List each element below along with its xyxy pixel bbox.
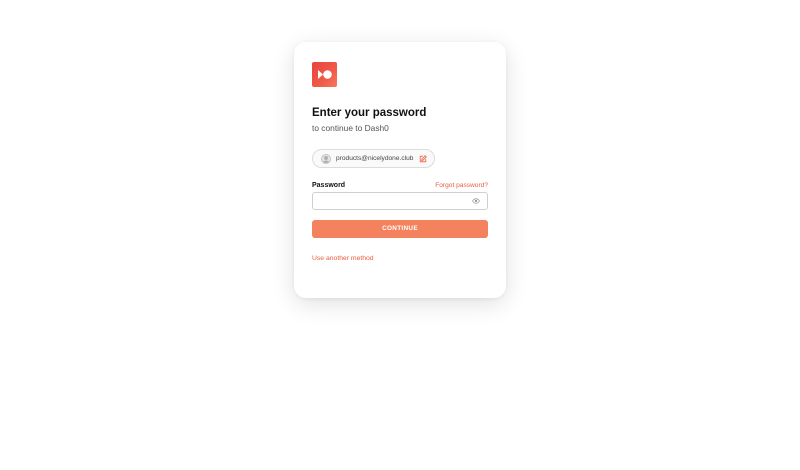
- password-input[interactable]: [317, 194, 467, 207]
- user-avatar-icon: [321, 153, 331, 164]
- forgot-password-link[interactable]: Forgot password?: [435, 182, 488, 189]
- sign-in-card: Enter your password to continue to Dash0…: [294, 42, 506, 298]
- password-label-row: Password Forgot password?: [312, 182, 488, 189]
- page-subtitle: to continue to Dash0: [312, 123, 389, 133]
- sign-in-content: Enter your password to continue to Dash0…: [312, 62, 488, 265]
- dash0-logo-icon: [312, 62, 337, 87]
- password-field[interactable]: [312, 191, 488, 210]
- continue-button[interactable]: CONTINUE: [312, 219, 488, 238]
- identity-email: products@nicelydone.club: [336, 155, 414, 162]
- use-another-method-link[interactable]: Use another method: [312, 255, 374, 262]
- password-label: Password: [312, 181, 346, 189]
- page-title: Enter your password: [312, 107, 427, 119]
- eye-icon[interactable]: [472, 197, 480, 204]
- pencil-edit-icon[interactable]: [419, 154, 428, 163]
- identity-chip: products@nicelydone.club: [312, 149, 436, 168]
